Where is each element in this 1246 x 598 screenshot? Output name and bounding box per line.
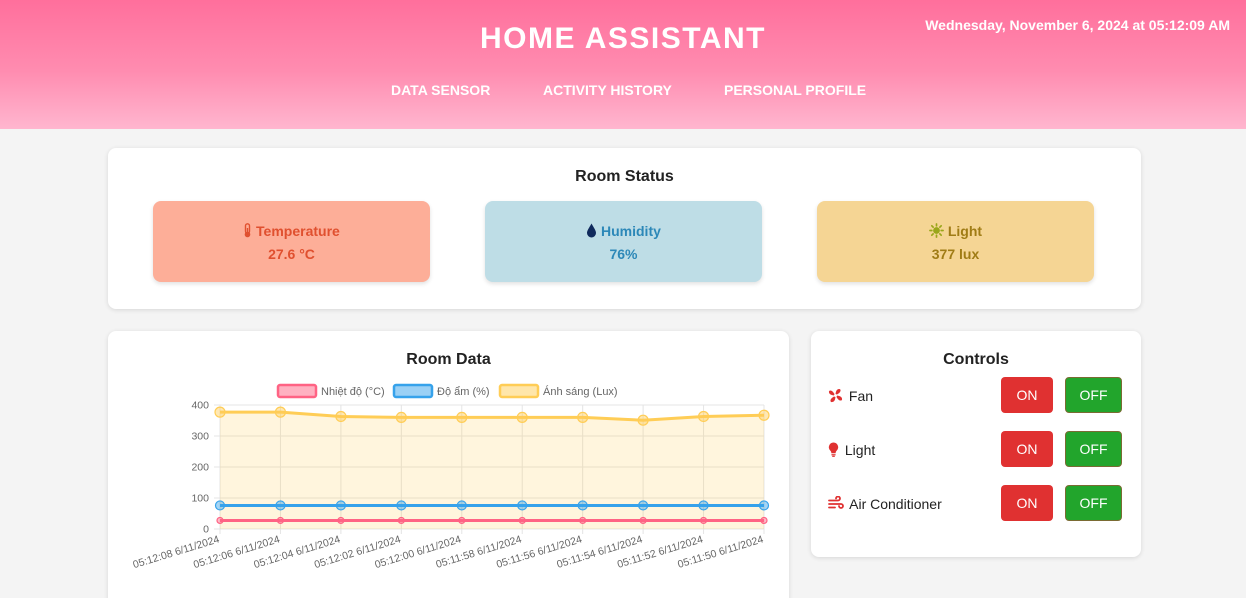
data-point — [216, 516, 224, 525]
temperature-value: 27.6 °C — [268, 246, 315, 262]
data-point — [577, 500, 588, 511]
y-tick-label: 0 — [203, 524, 209, 536]
data-point — [577, 411, 589, 424]
data-point — [638, 500, 649, 511]
air-conditioner-off-button[interactable]: OFF — [1065, 485, 1122, 521]
data-point — [335, 410, 347, 423]
control-label-fan: Fan — [828, 388, 873, 404]
fan-on-button[interactable]: ON — [1001, 377, 1053, 413]
nav-personal-profile[interactable]: PERSONAL PROFILE — [724, 82, 866, 98]
control-row-fan: Fan ON OFF — [811, 377, 1141, 417]
y-tick-label: 100 — [191, 493, 209, 505]
data-point — [458, 516, 466, 525]
y-tick-label: 300 — [191, 431, 209, 443]
y-tick-label: 200 — [191, 462, 209, 474]
fan-icon — [828, 388, 843, 403]
data-point — [214, 500, 226, 511]
wind-icon — [828, 495, 844, 509]
humidity-value: 76% — [609, 246, 638, 262]
control-label-air-conditioner: Air Conditioner — [828, 495, 942, 512]
air-conditioner-label: Air Conditioner — [849, 496, 942, 512]
light-label: Light — [947, 223, 983, 239]
humidity-card: Humidity 76% — [485, 201, 762, 282]
data-point — [214, 406, 226, 418]
data-point — [637, 414, 649, 426]
data-point — [758, 409, 770, 421]
control-label-light: Light — [828, 442, 875, 458]
data-point — [274, 406, 287, 418]
light-off-button[interactable]: OFF — [1065, 431, 1122, 467]
thermometer-icon — [244, 223, 251, 238]
datetime: Wednesday, November 6, 2024 at 05:12:09 … — [925, 17, 1230, 33]
data-point — [579, 516, 587, 525]
data-point — [337, 516, 345, 525]
data-point — [699, 516, 708, 525]
room-status-title: Room Status — [575, 168, 674, 185]
legend-swatch — [498, 383, 540, 399]
header: HOME ASSISTANT Wednesday, November 6, 20… — [0, 0, 1246, 129]
data-point — [456, 500, 467, 511]
controls-card: Controls Fan ON OFF Light ON OFF Air Con… — [811, 331, 1141, 557]
light-control-label: Light — [844, 442, 876, 458]
lightbulb-icon — [828, 442, 839, 457]
data-point — [516, 411, 528, 424]
nav-data-sensor[interactable]: DATA SENSOR — [391, 82, 490, 98]
sun-icon — [929, 223, 944, 238]
humidity-label: Humidity — [601, 223, 661, 239]
controls-title: Controls — [943, 351, 1009, 368]
data-point — [276, 516, 285, 525]
data-point — [518, 516, 526, 525]
data-point — [397, 516, 405, 525]
data-point — [760, 516, 768, 525]
data-point — [396, 500, 407, 511]
air-conditioner-on-button[interactable]: ON — [1001, 485, 1053, 521]
series-area — [220, 412, 764, 529]
nav-bar: DATA SENSOR ACTIVITY HISTORY PERSONAL PR… — [0, 82, 1246, 102]
data-point — [758, 500, 770, 511]
data-point — [335, 500, 346, 511]
droplet-icon — [587, 223, 597, 238]
data-point — [517, 500, 528, 511]
nav-activity-history[interactable]: ACTIVITY HISTORY — [543, 82, 672, 98]
control-row-light: Light ON OFF — [811, 431, 1141, 471]
fan-off-button[interactable]: OFF — [1065, 377, 1122, 413]
room-status-card: Room Status Temperature 27.6 °C Humidity… — [108, 148, 1141, 309]
temperature-label: Temperature — [256, 223, 340, 239]
data-point — [639, 516, 647, 525]
data-point — [456, 411, 468, 424]
light-on-button[interactable]: ON — [1001, 431, 1053, 467]
data-point — [275, 500, 286, 511]
fan-label: Fan — [848, 388, 874, 404]
temperature-card: Temperature 27.6 °C — [153, 201, 430, 282]
legend-swatch — [276, 383, 318, 399]
data-point — [698, 500, 709, 511]
legend-label: Độ ẩm (%) — [437, 386, 490, 398]
legend-label: Ánh sáng (Lux) — [543, 385, 618, 398]
room-data-chart: 010020030040005:12:08 6/11/202405:12:06 … — [132, 383, 770, 571]
light-card: Light 377 lux — [817, 201, 1094, 282]
room-data-card: Room Data 0 100 200 300 400 05:12:08 6/11/202… — [108, 331, 789, 598]
legend-label: Nhiệt độ (°C) — [321, 386, 385, 398]
data-point — [697, 410, 710, 423]
data-point — [395, 411, 407, 424]
legend-swatch — [392, 383, 434, 399]
light-value: 377 lux — [931, 246, 980, 262]
y-tick-label: 400 — [191, 400, 209, 412]
control-row-air-conditioner: Air Conditioner ON OFF — [811, 485, 1141, 525]
